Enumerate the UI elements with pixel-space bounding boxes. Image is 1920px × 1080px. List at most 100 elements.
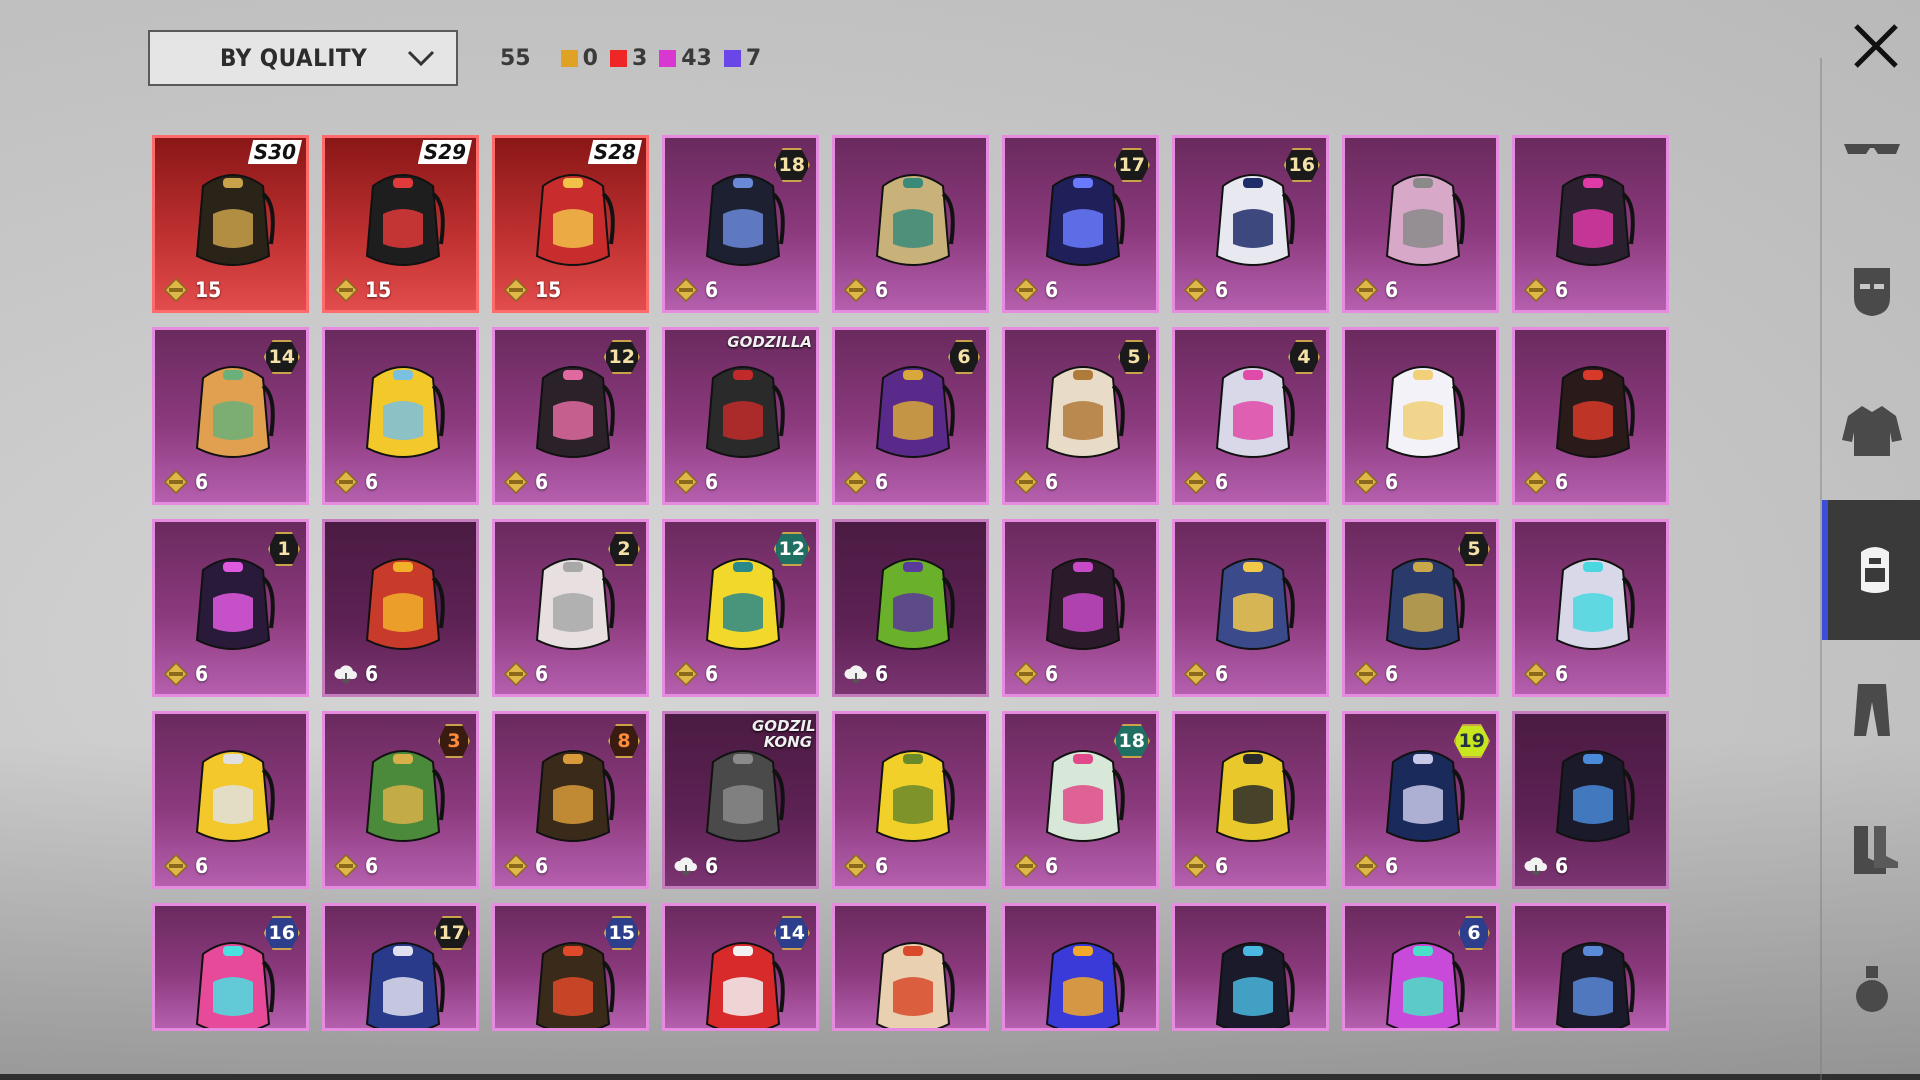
currency-icon xyxy=(503,853,529,879)
backpack-item-tile[interactable] xyxy=(832,903,989,1031)
item-price: 6 xyxy=(1353,469,1398,495)
item-price: 6 xyxy=(503,853,548,879)
backpack-icon xyxy=(1045,942,1125,1028)
backpack-item-tile[interactable]: 56 xyxy=(1342,519,1499,697)
category-boots[interactable] xyxy=(1822,780,1920,920)
backpack-item-tile[interactable]: 6 xyxy=(152,711,309,889)
backpack-item-tile[interactable]: 12 6 xyxy=(492,327,649,505)
currency-icon xyxy=(673,469,699,495)
backpack-item-tile[interactable]: 18 6 xyxy=(1002,711,1159,889)
price-value: 6 xyxy=(1045,662,1059,686)
price-value: 15 xyxy=(535,278,562,302)
category-grenade[interactable] xyxy=(1822,920,1920,1060)
backpack-item-tile[interactable]: 36 xyxy=(322,711,479,889)
backpack-item-tile[interactable]: 12 6 xyxy=(662,519,819,697)
backpack-item-tile[interactable]: 6 xyxy=(1342,327,1499,505)
backpack-item-tile[interactable]: 19 6 xyxy=(1342,711,1499,889)
backpack-item-tile[interactable]: 14 xyxy=(662,903,819,1031)
backpack-item-tile[interactable] xyxy=(1172,903,1329,1031)
backpack-item-tile[interactable]: GODZILLA 6 xyxy=(662,327,819,505)
backpack-item-tile[interactable]: 6 xyxy=(1172,519,1329,697)
backpack-item-tile[interactable]: 18 6 xyxy=(662,135,819,313)
cloud-download-icon xyxy=(1524,857,1547,877)
backpack-item-tile[interactable]: 6 xyxy=(1512,519,1669,697)
price-value: 6 xyxy=(365,854,379,878)
backpack-item-tile[interactable]: 6 xyxy=(832,135,989,313)
backpack-item-tile[interactable]: 86 xyxy=(492,711,649,889)
backpack-item-tile[interactable]: 26 xyxy=(492,519,649,697)
backpack-icon xyxy=(705,366,785,458)
currency-icon xyxy=(503,469,529,495)
backpack-item-tile[interactable]: 56 xyxy=(1002,327,1159,505)
price-value: 6 xyxy=(1215,470,1229,494)
category-glasses[interactable] xyxy=(1822,80,1920,220)
backpack-item-tile[interactable]: 46 xyxy=(1172,327,1329,505)
backpack-icon xyxy=(705,174,785,266)
currency-icon xyxy=(503,661,529,687)
item-price: 6 xyxy=(1353,853,1398,879)
currency-icon xyxy=(503,277,529,303)
currency-icon xyxy=(333,469,359,495)
price-value: 6 xyxy=(195,662,209,686)
item-price: 15 xyxy=(333,277,391,303)
backpack-icon xyxy=(1555,750,1635,842)
item-price: 6 xyxy=(843,853,888,879)
sort-dropdown[interactable]: BY QUALITY xyxy=(148,30,458,86)
price-value: 6 xyxy=(875,854,889,878)
backpack-item-tile[interactable] xyxy=(1002,903,1159,1031)
backpack-icon xyxy=(1215,366,1295,458)
backpack-item-tile[interactable]: 6 xyxy=(1512,711,1669,889)
price-value: 6 xyxy=(365,662,379,686)
backpack-item-tile[interactable]: 6 xyxy=(1342,135,1499,313)
backpack-icon xyxy=(705,750,785,842)
backpack-item-tile[interactable]: 15 xyxy=(492,903,649,1031)
price-value: 6 xyxy=(1385,662,1399,686)
backpack-item-tile[interactable]: 66 xyxy=(832,327,989,505)
backpack-icon xyxy=(875,366,955,458)
category-backpack[interactable] xyxy=(1822,500,1920,640)
backpack-item-tile[interactable]: 6 xyxy=(322,327,479,505)
backpack-item-tile[interactable]: 6 xyxy=(832,711,989,889)
currency-icon xyxy=(673,661,699,687)
backpack-item-tile[interactable]: S29 15 xyxy=(322,135,479,313)
backpack-item-tile[interactable]: S28 15 xyxy=(492,135,649,313)
category-pants[interactable] xyxy=(1822,640,1920,780)
currency-icon xyxy=(163,469,189,495)
backpack-icon xyxy=(1555,174,1635,266)
backpack-item-tile[interactable]: 17 6 xyxy=(1002,135,1159,313)
item-price: 6 xyxy=(1013,853,1058,879)
price-value: 6 xyxy=(1215,278,1229,302)
backpack-item-tile[interactable]: 6 xyxy=(832,519,989,697)
backpack-item-tile[interactable]: 16 xyxy=(152,519,309,697)
backpack-item-tile[interactable]: 6 xyxy=(322,519,479,697)
glasses-icon xyxy=(1844,144,1900,154)
currency-icon xyxy=(1353,853,1379,879)
category-jacket[interactable] xyxy=(1822,360,1920,500)
backpack-item-tile[interactable]: 17 xyxy=(322,903,479,1031)
count-gold: 0 xyxy=(560,46,598,71)
backpack-item-tile[interactable]: 6 xyxy=(1172,711,1329,889)
backpack-icon xyxy=(195,750,275,842)
gold-swatch xyxy=(560,49,578,67)
backpack-icon xyxy=(705,942,785,1028)
pants-icon xyxy=(1854,684,1890,736)
backpack-item-tile[interactable]: 16 xyxy=(152,903,309,1031)
backpack-item-tile[interactable]: 6 xyxy=(1512,135,1669,313)
item-price: 6 xyxy=(1183,661,1228,687)
grenade-icon xyxy=(1856,966,1888,1012)
backpack-icon xyxy=(1385,174,1465,266)
item-price: 6 xyxy=(843,469,888,495)
backpack-icon xyxy=(1215,942,1295,1028)
backpack-item-tile[interactable]: 6 xyxy=(1512,327,1669,505)
backpack-item-tile[interactable]: S30 15 xyxy=(152,135,309,313)
backpack-item-tile[interactable] xyxy=(1512,903,1669,1031)
backpack-item-tile[interactable]: 16 6 xyxy=(1172,135,1329,313)
backpack-item-tile[interactable]: GODZILLA KONG 6 xyxy=(662,711,819,889)
price-value: 6 xyxy=(195,470,209,494)
backpack-item-tile[interactable]: 14 6 xyxy=(152,327,309,505)
category-mask[interactable] xyxy=(1822,220,1920,360)
backpack-item-tile[interactable]: 6 xyxy=(1002,519,1159,697)
sort-dropdown-label: BY QUALITY xyxy=(220,44,368,72)
backpack-item-tile[interactable]: 6 xyxy=(1342,903,1499,1031)
mask-icon xyxy=(1854,268,1890,316)
